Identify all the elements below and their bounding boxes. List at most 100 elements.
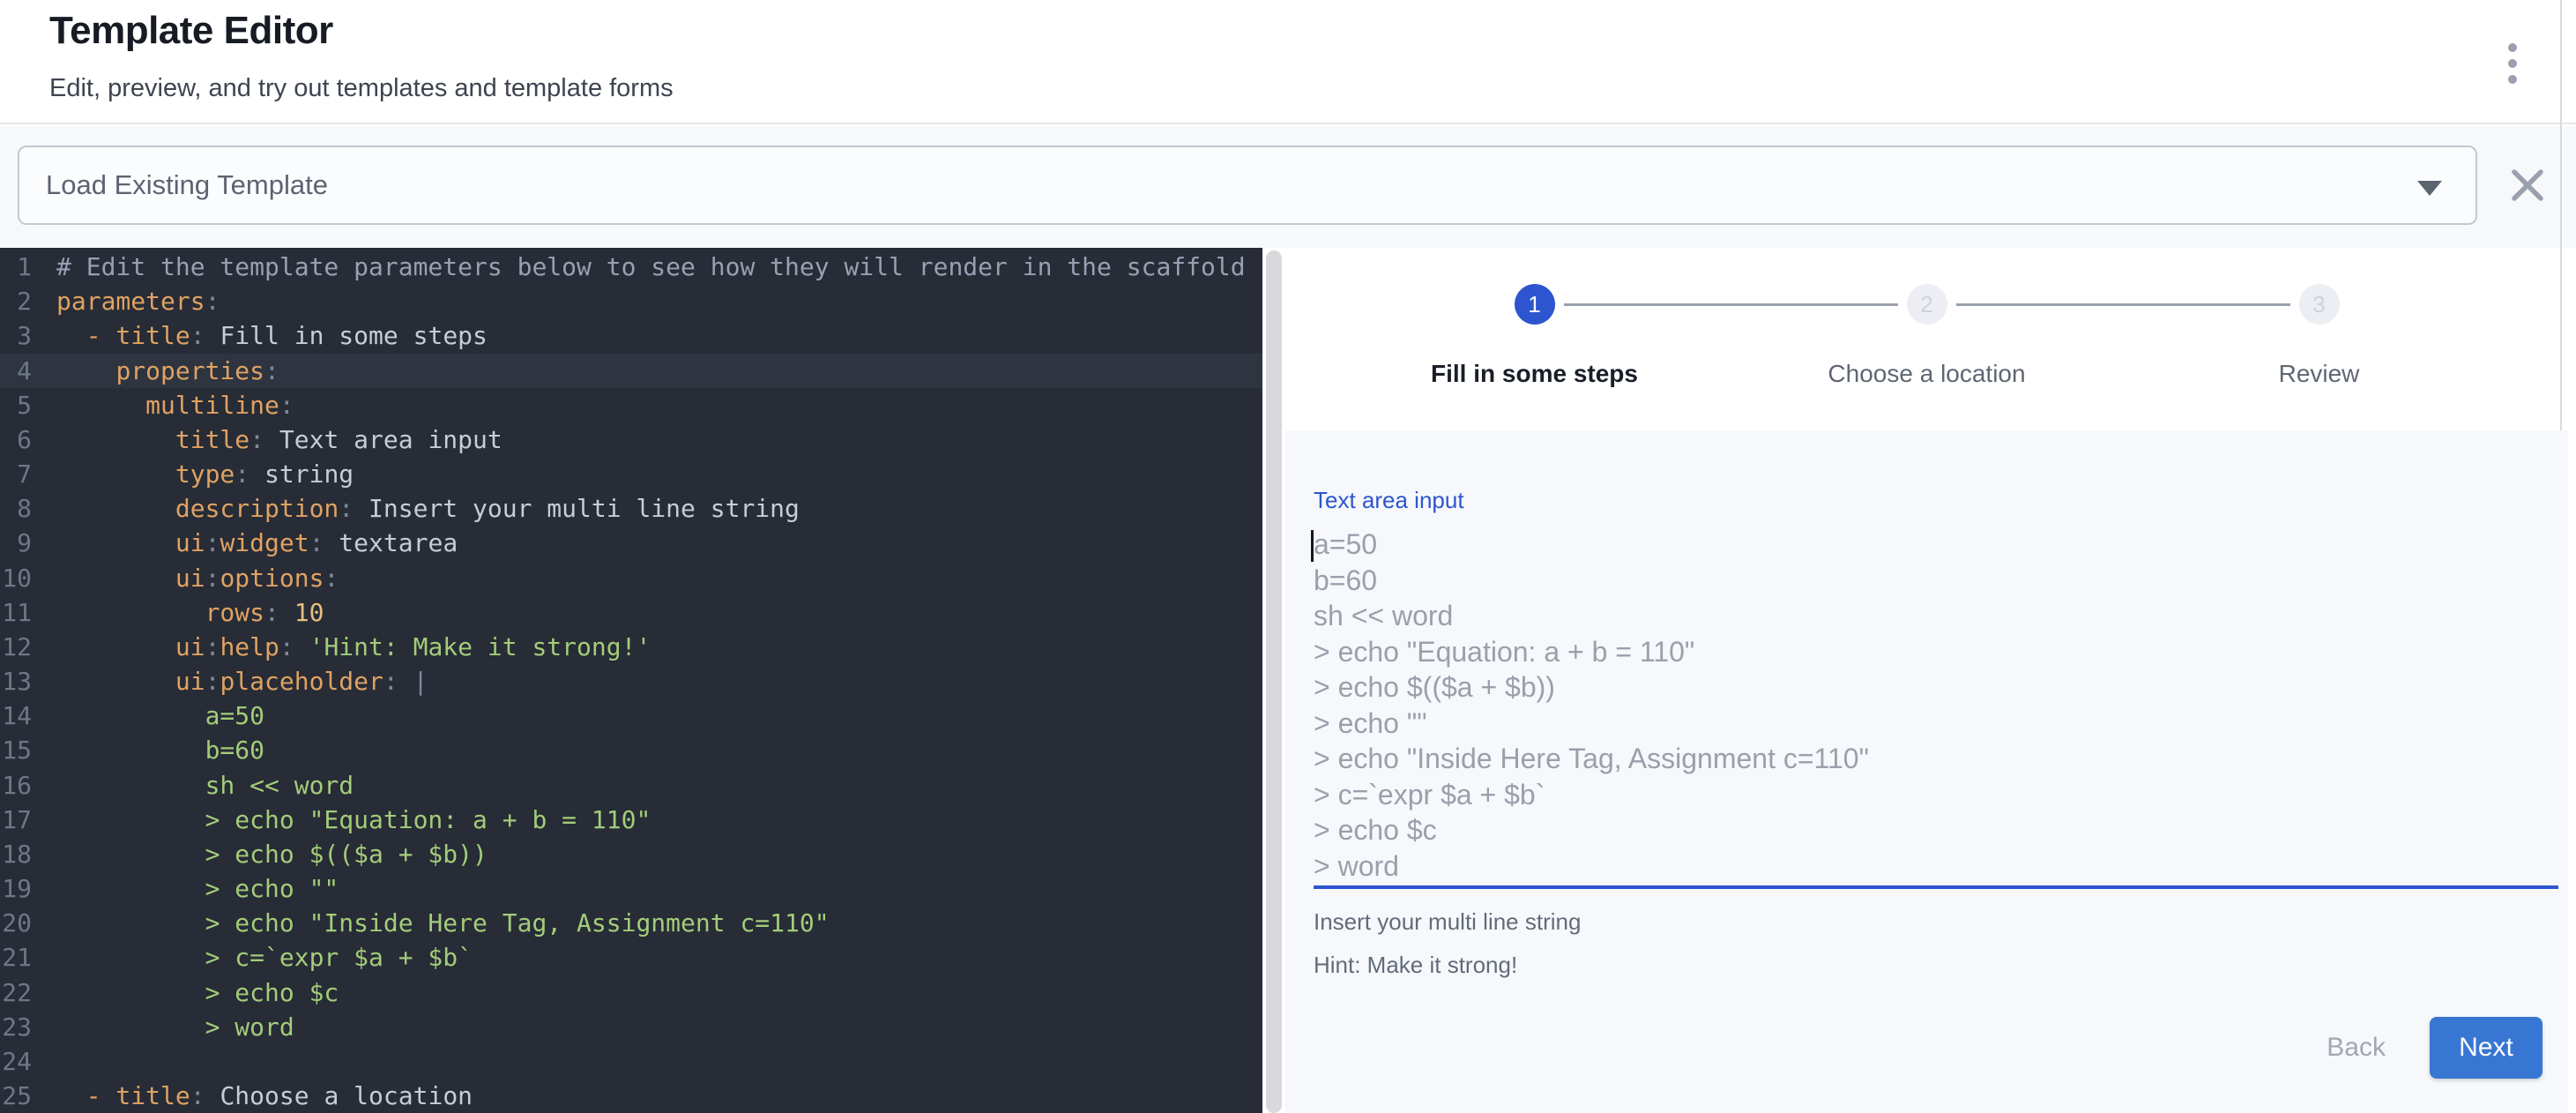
code-text: > echo $(($a + $b))	[56, 837, 488, 871]
back-button[interactable]: Back	[2302, 1020, 2410, 1075]
field-label: Text area input	[1314, 487, 2558, 514]
line-number: 9	[0, 526, 32, 560]
textarea-focus-underline	[1314, 885, 2558, 889]
code-line[interactable]: 10 ui:options:	[0, 561, 1262, 595]
close-button[interactable]	[2502, 160, 2553, 211]
placeholder-line: > echo $(($a + $b))	[1314, 669, 2558, 706]
step-label: Fill in some steps	[1431, 360, 1638, 388]
code-line[interactable]: 17 > echo "Equation: a + b = 110"	[0, 803, 1262, 837]
code-line[interactable]: 14 a=50	[0, 698, 1262, 733]
line-number: 4	[0, 354, 32, 388]
editor-scrollbar-thumb[interactable]	[1266, 250, 1282, 1113]
code-line[interactable]: 3 - title: Fill in some steps	[0, 318, 1262, 353]
line-number: 3	[0, 318, 32, 353]
main-split: 1 # Edit the template parameters below to…	[0, 248, 2576, 1113]
code-line[interactable]: 23 > word	[0, 1010, 1262, 1044]
code-text: a=50	[56, 698, 264, 733]
step-label: Review	[2279, 360, 2360, 388]
line-number: 12	[0, 630, 32, 664]
next-button[interactable]: Next	[2430, 1017, 2542, 1079]
line-number: 24	[0, 1044, 32, 1079]
close-icon	[2502, 160, 2553, 211]
code-line[interactable]: 12 ui:help: 'Hint: Make it strong!'	[0, 630, 1262, 664]
placeholder-line: > echo "Equation: a + b = 110"	[1314, 634, 2558, 670]
line-number: 15	[0, 733, 32, 767]
line-number: 5	[0, 388, 32, 422]
code-text: b=60	[56, 733, 264, 767]
line-number: 19	[0, 871, 32, 906]
code-line[interactable]: 13 ui:placeholder: |	[0, 664, 1262, 698]
code-editor[interactable]: 1 # Edit the template parameters below to…	[0, 248, 1262, 1113]
line-number: 23	[0, 1010, 32, 1044]
code-line[interactable]: 7 type: string	[0, 457, 1262, 491]
code-text: properties:	[56, 354, 279, 388]
code-line[interactable]: 4 properties:	[0, 354, 1262, 388]
step-label: Choose a location	[1828, 360, 2025, 388]
placeholder-line: > c=`expr $a + $b`	[1314, 777, 2558, 813]
line-number: 1	[0, 250, 32, 284]
code-line[interactable]: 25 - title: Choose a location	[0, 1079, 1262, 1113]
placeholder-line: > echo "Inside Here Tag, Assignment c=11…	[1314, 741, 2558, 777]
code-line[interactable]: 1 # Edit the template parameters below to…	[0, 250, 1262, 284]
line-number: 17	[0, 803, 32, 837]
line-number: 14	[0, 698, 32, 733]
line-number: 10	[0, 561, 32, 595]
code-line[interactable]: 21 > c=`expr $a + $b`	[0, 940, 1262, 975]
placeholder-line: a=50	[1314, 527, 2558, 563]
code-text: parameters:	[56, 284, 220, 318]
placeholder-line: > echo ""	[1314, 706, 2558, 742]
code-text: > echo "Equation: a + b = 110"	[56, 803, 651, 837]
field-description: Insert your multi line string	[1314, 908, 2558, 936]
line-number: 6	[0, 422, 32, 457]
load-template-bar: Load Existing Template	[0, 126, 2576, 248]
code-text: type: string	[56, 457, 354, 491]
code-text: - title: Fill in some steps	[56, 318, 488, 353]
code-line[interactable]: 22 > echo $c	[0, 975, 1262, 1010]
code-line[interactable]: 8 description: Insert your multi line st…	[0, 491, 1262, 526]
more-options-button[interactable]	[2486, 35, 2539, 92]
page-subtitle: Edit, preview, and try out templates and…	[49, 74, 674, 103]
line-number: 20	[0, 906, 32, 940]
line-number: 18	[0, 837, 32, 871]
form-actions: Back Next	[2302, 1017, 2542, 1079]
placeholder-line: sh << word	[1314, 598, 2558, 634]
code-line[interactable]: 18 > echo $(($a + $b))	[0, 837, 1262, 871]
placeholder-line: > word	[1314, 848, 2558, 885]
code-text: > echo ""	[56, 871, 339, 906]
line-number: 21	[0, 940, 32, 975]
code-text: rows: 10	[56, 595, 324, 630]
code-line[interactable]: 11 rows: 10	[0, 595, 1262, 630]
multiline-textarea[interactable]: a=50b=60sh << word> echo "Equation: a + …	[1314, 527, 2558, 884]
code-text: > c=`expr $a + $b`	[56, 940, 473, 975]
line-number: 7	[0, 457, 32, 491]
line-number: 22	[0, 975, 32, 1010]
line-number: 2	[0, 284, 32, 318]
load-template-select[interactable]: Load Existing Template	[18, 146, 2477, 225]
code-line[interactable]: 15 b=60	[0, 733, 1262, 767]
code-line[interactable]: 20 > echo "Inside Here Tag, Assignment c…	[0, 906, 1262, 940]
code-line[interactable]: 19 > echo ""	[0, 871, 1262, 906]
step-circle: 2	[1907, 284, 1947, 325]
page-title: Template Editor	[49, 9, 333, 53]
code-line[interactable]: 2 parameters:	[0, 284, 1262, 318]
code-line[interactable]: 24	[0, 1044, 1262, 1079]
step-circle: 3	[2299, 284, 2340, 325]
line-number: 11	[0, 595, 32, 630]
code-text: ui:options:	[56, 561, 339, 595]
code-line[interactable]: 5 multiline:	[0, 388, 1262, 422]
stepper: 1Fill in some steps2Choose a location3Re…	[1285, 248, 2568, 430]
load-template-select-value: Load Existing Template	[46, 169, 328, 201]
code-line[interactable]: 16 sh << word	[0, 768, 1262, 803]
code-line[interactable]: 9 ui:widget: textarea	[0, 526, 1262, 560]
code-text: # Edit the template parameters below to …	[56, 250, 1246, 284]
template-form: Text area input a=50b=60sh << word> echo…	[1285, 430, 2568, 1113]
code-text: ui:help: 'Hint: Make it strong!'	[56, 630, 651, 664]
placeholder-line: b=60	[1314, 563, 2558, 599]
code-line[interactable]: 6 title: Text area input	[0, 422, 1262, 457]
code-text: title: Text area input	[56, 422, 503, 457]
template-editor-page: Template Editor Edit, preview, and try o…	[0, 0, 2576, 1113]
page-header: Template Editor Edit, preview, and try o…	[0, 0, 2576, 124]
line-number: 16	[0, 768, 32, 803]
code-text: sh << word	[56, 768, 354, 803]
field-hint: Hint: Make it strong!	[1314, 952, 2558, 979]
